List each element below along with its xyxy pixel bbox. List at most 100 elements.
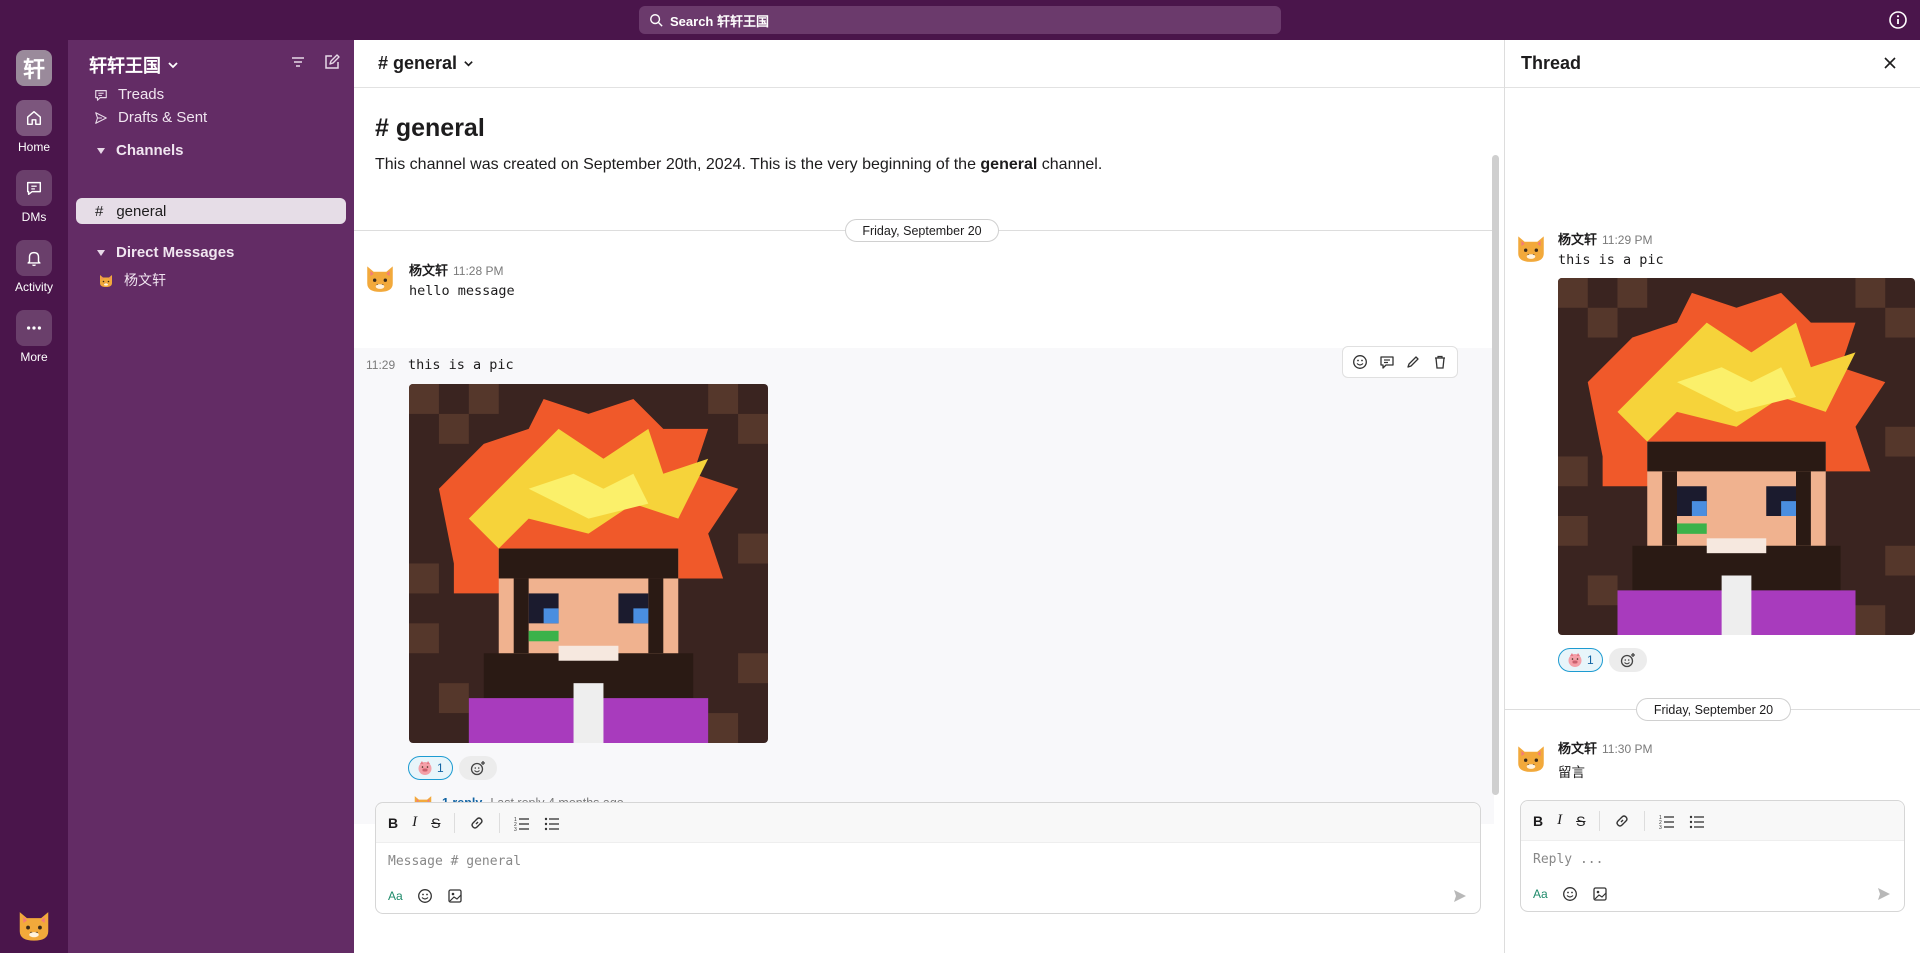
- bold-icon[interactable]: B: [388, 815, 398, 831]
- dm-icon: [26, 181, 42, 196]
- image-upload-icon[interactable]: [1592, 886, 1608, 902]
- sidebar-item-drafts[interactable]: Drafts & Sent: [94, 109, 207, 126]
- workspace-name: 轩轩王国: [89, 56, 161, 76]
- message-text: this is a pic: [1558, 252, 1664, 268]
- message-composer: B I S 123 Message # general Aa: [375, 802, 1481, 914]
- reply-thread-icon[interactable]: [1379, 354, 1395, 370]
- sidebar-item-general[interactable]: # general: [76, 198, 346, 224]
- channels-section-header[interactable]: Channels: [96, 142, 184, 159]
- image-upload-icon[interactable]: [447, 888, 463, 904]
- reaction-pill[interactable]: 1: [1558, 648, 1603, 672]
- message-time: 11:29 PM: [1602, 233, 1653, 247]
- send-icon[interactable]: [1452, 888, 1468, 904]
- user-avatar[interactable]: [15, 905, 53, 943]
- add-reaction-button[interactable]: [458, 756, 497, 780]
- thread-root-message: 杨文轩 11:29 PM this is a pic: [1558, 229, 1664, 268]
- thread-reply-composer: B I S 123 Reply ... Aa: [1520, 800, 1905, 912]
- bullet-list-icon[interactable]: [544, 815, 560, 831]
- emoji-icon[interactable]: [1562, 886, 1578, 902]
- thread-date-divider[interactable]: Friday, September 20: [1636, 698, 1791, 721]
- filter-icon[interactable]: [290, 54, 306, 70]
- rail-label-activity: Activity: [14, 280, 53, 294]
- rail-activity[interactable]: Activity: [0, 240, 68, 294]
- bullet-list-icon[interactable]: [1689, 813, 1705, 829]
- thread-root-avatar[interactable]: [1514, 230, 1548, 264]
- message: 杨文轩 11:28 PM hello message: [409, 260, 515, 299]
- message-reactions: 1: [408, 756, 497, 780]
- link-icon[interactable]: [469, 815, 485, 831]
- caret-down-icon: [97, 147, 105, 154]
- message-avatar[interactable]: [363, 260, 397, 294]
- strikethrough-icon[interactable]: S: [1576, 813, 1585, 829]
- dms-section-header[interactable]: Direct Messages: [96, 244, 234, 261]
- composer-actions: Aa: [376, 879, 1480, 913]
- strikethrough-icon[interactable]: S: [431, 815, 440, 831]
- rail-home[interactable]: Home: [0, 100, 68, 154]
- date-divider[interactable]: Friday, September 20: [845, 219, 999, 242]
- formatting-toggle[interactable]: Aa: [388, 889, 403, 903]
- rail-more[interactable]: More: [0, 310, 68, 364]
- message-input[interactable]: Message # general: [376, 843, 1480, 879]
- channel-intro-title: # general: [375, 114, 485, 142]
- sidebar-item-dm-user[interactable]: 杨文轩: [98, 270, 166, 290]
- message-text: 留言: [1558, 765, 1585, 781]
- send-icon[interactable]: [1876, 886, 1892, 902]
- channel-name: general: [116, 202, 167, 220]
- ordered-list-icon[interactable]: 123: [1659, 813, 1675, 829]
- workspace-switcher[interactable]: 轩轩王国: [89, 52, 179, 78]
- composer-actions: Aa: [1521, 877, 1904, 911]
- message-compact-time: 11:29: [366, 358, 396, 372]
- compose-icon[interactable]: [324, 54, 340, 70]
- toolbar-separator: [1599, 810, 1601, 831]
- message-image[interactable]: [409, 384, 768, 743]
- sidebar-item-label: Drafts & Sent: [118, 109, 208, 126]
- workspace-rail: 轩 Home DMs Activity More: [0, 40, 68, 953]
- message-author[interactable]: 杨文轩: [409, 263, 448, 278]
- bold-icon[interactable]: B: [1533, 813, 1543, 829]
- svg-text:3: 3: [514, 827, 517, 831]
- caret-down-icon: [97, 249, 105, 256]
- emoji-icon[interactable]: [417, 888, 433, 904]
- italic-icon[interactable]: I: [412, 814, 417, 831]
- formatting-toggle[interactable]: Aa: [1533, 887, 1548, 901]
- channel-title: # general: [378, 53, 458, 73]
- workspace-logo[interactable]: 轩: [16, 50, 52, 86]
- reaction-pill[interactable]: 1: [408, 756, 453, 780]
- top-bar: Search 轩轩王国: [0, 0, 1920, 40]
- dm-avatar: [98, 272, 114, 288]
- message-author[interactable]: 杨文轩: [1558, 232, 1597, 247]
- more-icon: [26, 326, 42, 330]
- thread-root-image[interactable]: [1558, 278, 1915, 635]
- home-icon: [26, 110, 42, 126]
- channel-intro-text: This channel was created on September 20…: [375, 156, 1103, 173]
- toolbar-separator: [454, 812, 456, 833]
- dm-user-name: 杨文轩: [124, 272, 166, 288]
- ordered-list-icon[interactable]: 123: [514, 815, 530, 831]
- edit-icon[interactable]: [1405, 354, 1421, 370]
- rail-label-dms: DMs: [21, 210, 47, 224]
- formatting-toolbar: B I S 123: [1521, 801, 1904, 841]
- message: this is a pic: [408, 354, 514, 373]
- thread-panel: Thread 杨文轩 11:29 PM this is a pic 1 Frida…: [1504, 40, 1920, 953]
- rail-dms[interactable]: DMs: [0, 170, 68, 224]
- close-icon[interactable]: [1882, 55, 1898, 71]
- reaction-count: 1: [1587, 653, 1594, 667]
- sidebar-item-threads[interactable]: Treads: [94, 86, 164, 103]
- add-reaction-icon[interactable]: [1352, 354, 1368, 370]
- search-placeholder: Search 轩轩王国: [670, 13, 769, 29]
- channel-header[interactable]: # general: [354, 40, 1504, 88]
- delete-icon[interactable]: [1432, 354, 1448, 370]
- add-reaction-button[interactable]: [1608, 648, 1647, 672]
- italic-icon[interactable]: I: [1557, 812, 1562, 829]
- chevron-down-icon: [464, 61, 473, 67]
- search-bar[interactable]: Search 轩轩王国: [639, 6, 1281, 34]
- link-icon[interactable]: [1614, 813, 1630, 829]
- message-author[interactable]: 杨文轩: [1558, 741, 1597, 756]
- reply-input[interactable]: Reply ...: [1521, 841, 1904, 877]
- toolbar-separator: [1644, 810, 1646, 831]
- rail-label-home: Home: [17, 140, 50, 154]
- message-text: hello message: [409, 283, 515, 299]
- message-scrollbar[interactable]: [1492, 155, 1499, 795]
- thread-reply-avatar[interactable]: [1514, 740, 1548, 774]
- info-icon[interactable]: [1888, 10, 1908, 30]
